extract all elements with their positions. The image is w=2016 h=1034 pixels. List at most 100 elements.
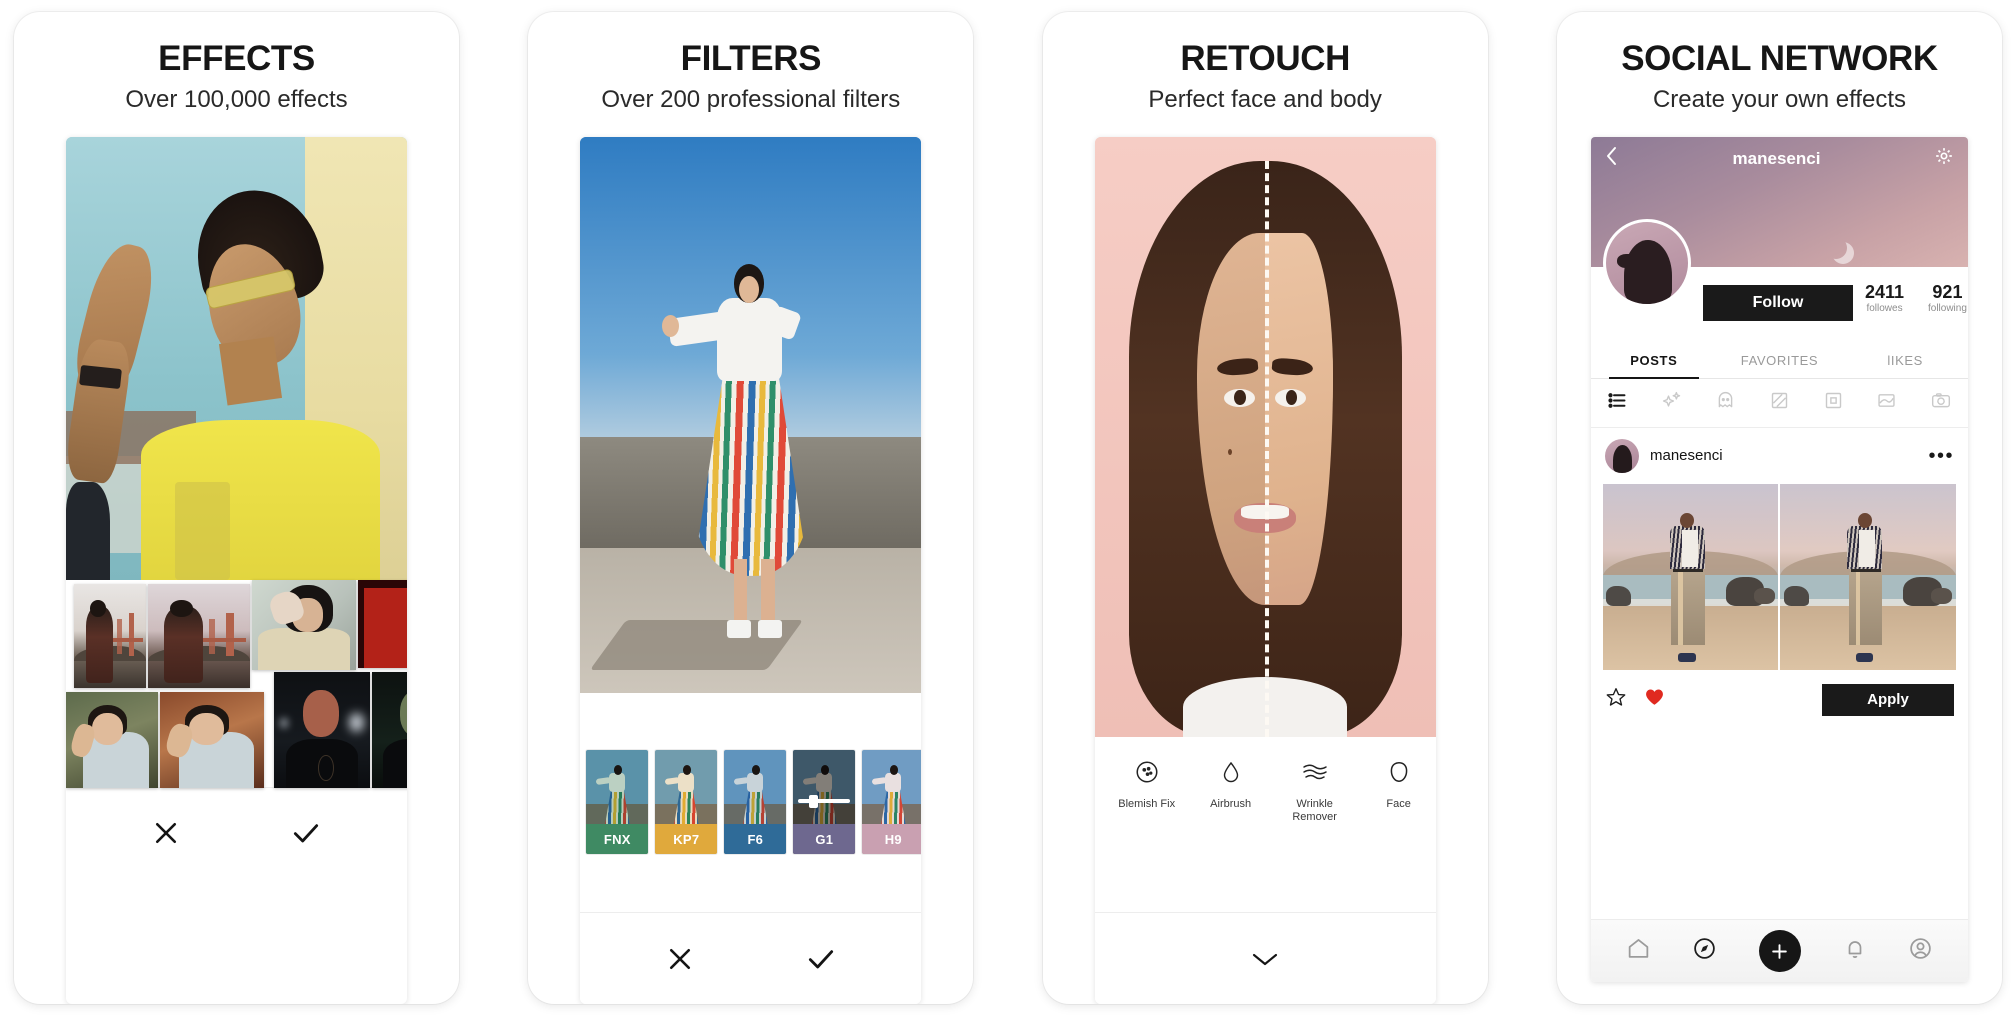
stat-label: followes (1866, 303, 1903, 315)
post-header: manesenci ••• (1590, 427, 1968, 484)
filter-strip[interactable]: FNX KP7 F6 G1 H9 (580, 692, 922, 912)
gear-icon[interactable] (1934, 146, 1954, 171)
post-media-pair (1590, 483, 1968, 670)
tab-likes[interactable]: lIKES (1842, 341, 1968, 378)
card-header: RETOUCH Perfect face and body (1043, 12, 1488, 123)
effect-thumbnail[interactable] (274, 671, 370, 788)
feature-card-retouch: RETOUCH Perfect face and body Blemish Fi… (1042, 12, 1488, 1004)
tool-label: Face (1386, 797, 1411, 810)
effect-thumbnail[interactable] (148, 583, 250, 688)
filter-thumbnail-g1[interactable]: G1 (793, 750, 856, 855)
phone-mockup-effects (66, 136, 407, 1004)
tab-posts[interactable]: POSTS (1591, 341, 1717, 379)
stat-value: 2411 (1864, 281, 1905, 302)
effect-thumbnail[interactable] (372, 671, 407, 788)
tool-label: Airbrush (1210, 797, 1252, 810)
stat-label: following (1927, 303, 1967, 315)
waves-icon (1273, 755, 1357, 789)
filter-thumbnail-fnx[interactable]: FNX (586, 750, 649, 855)
filter-thumbnail-f6[interactable]: F6 (724, 750, 787, 855)
retouch-tool-wrinkle-remover[interactable]: Wrinkle Remover (1273, 755, 1357, 826)
hero-photo (1094, 136, 1436, 737)
follow-button[interactable]: Follow (1702, 284, 1853, 321)
ghost-icon[interactable] (1715, 390, 1736, 416)
close-icon[interactable] (665, 944, 695, 974)
retouch-tool-blemish-fix[interactable]: Blemish Fix (1105, 755, 1189, 812)
page-title: RETOUCH (1180, 39, 1350, 78)
filter-label: F6 (724, 824, 787, 855)
page-title: SOCIAL NETWORK (1621, 39, 1938, 78)
effect-thumbnail[interactable] (252, 579, 356, 670)
retouch-tool-row[interactable]: Blemish Fix Airbrush Wrinkle Remover Fac… (1094, 736, 1436, 912)
bell-icon[interactable] (1843, 936, 1867, 966)
card-header: FILTERS Over 200 professional filters (528, 12, 973, 123)
list-icon[interactable] (1607, 390, 1628, 416)
filter-label: KP7 (655, 824, 718, 855)
effect-thumbnail[interactable] (160, 691, 264, 788)
close-icon[interactable] (151, 818, 181, 848)
feature-card-effects: EFFECTS Over 100,000 effects (14, 12, 459, 1004)
page-title: EFFECTS (158, 39, 315, 78)
tab-favorites[interactable]: FAVORITES (1717, 341, 1843, 378)
filter-thumbnail-h9[interactable]: H9 (862, 750, 922, 855)
before-after-divider (1265, 160, 1270, 737)
effect-thumbnail[interactable] (66, 691, 158, 788)
apply-button[interactable]: Apply (1821, 683, 1954, 716)
diagonal-square-icon[interactable] (1769, 390, 1790, 416)
stat-followers: 2411 followes (1864, 281, 1905, 315)
effect-thumbnail-grid (66, 579, 407, 788)
filter-label: G1 (793, 824, 856, 855)
filter-slider-knob[interactable] (809, 795, 819, 809)
chevron-down-icon[interactable] (1248, 947, 1282, 971)
retouch-tool-airbrush[interactable]: Airbrush (1189, 755, 1273, 812)
compass-icon[interactable] (1692, 936, 1717, 966)
hero-photo (66, 136, 407, 580)
profile-tabs: POSTS FAVORITES lIKES (1590, 340, 1968, 379)
heart-icon[interactable] (1643, 686, 1666, 713)
plus-icon[interactable] (1758, 930, 1801, 972)
post-author: manesenci (1649, 447, 1723, 465)
retouch-tool-face[interactable]: Face (1357, 755, 1436, 812)
droplet-icon (1189, 755, 1273, 789)
profile-summary-row: Follow 2411 followes 921 following (1590, 218, 1968, 341)
effect-thumbnail[interactable] (358, 579, 407, 668)
filter-label: H9 (862, 824, 922, 855)
feature-card-social-network: SOCIAL NETWORK Create your own effects m… (1556, 12, 2002, 1004)
back-icon[interactable] (1605, 145, 1619, 172)
check-icon[interactable] (290, 817, 322, 849)
filter-thumbnail-kp7[interactable]: KP7 (655, 750, 718, 855)
post-image-before[interactable] (1602, 483, 1779, 670)
editor-action-bar (66, 786, 407, 879)
camera-icon[interactable] (1930, 390, 1952, 416)
card-header: SOCIAL NETWORK Create your own effects (1557, 12, 2002, 123)
check-icon[interactable] (805, 943, 837, 975)
stat-value: 921 (1932, 281, 1963, 302)
stat-following: 921 following (1927, 281, 1967, 315)
post-more-icon[interactable]: ••• (1928, 446, 1954, 466)
phone-mockup-retouch: Blemish Fix Airbrush Wrinkle Remover Fac… (1094, 136, 1436, 1004)
card-header: EFFECTS Over 100,000 effects (14, 12, 459, 123)
filter-label: FNX (586, 824, 649, 855)
filter-intensity-slider[interactable] (798, 799, 851, 804)
bottom-navigation (1590, 919, 1968, 982)
home-icon[interactable] (1626, 936, 1651, 966)
star-icon[interactable] (1605, 686, 1627, 713)
post-avatar[interactable] (1604, 438, 1639, 473)
avatar[interactable] (1602, 218, 1691, 307)
profile-icon[interactable] (1908, 936, 1933, 966)
editor-action-bar (1094, 912, 1436, 1004)
page-subtitle: Perfect face and body (1148, 85, 1382, 113)
moon-decoration (1825, 237, 1847, 259)
profile-topbar: manesenci (1591, 137, 1968, 181)
blemish-icon (1105, 755, 1189, 789)
tool-label: Wrinkle Remover (1292, 797, 1337, 824)
face-outline-icon (1357, 755, 1436, 789)
phone-mockup-filters: FNX KP7 F6 G1 H9 (580, 136, 922, 1004)
effect-thumbnail[interactable] (74, 583, 146, 688)
page-title: FILTERS (680, 39, 822, 78)
post-image-after[interactable] (1780, 483, 1956, 670)
sparkles-icon[interactable] (1661, 390, 1683, 416)
square-frame-icon[interactable] (1823, 390, 1844, 416)
image-icon[interactable] (1876, 390, 1897, 416)
post-action-row: Apply (1590, 669, 1968, 728)
